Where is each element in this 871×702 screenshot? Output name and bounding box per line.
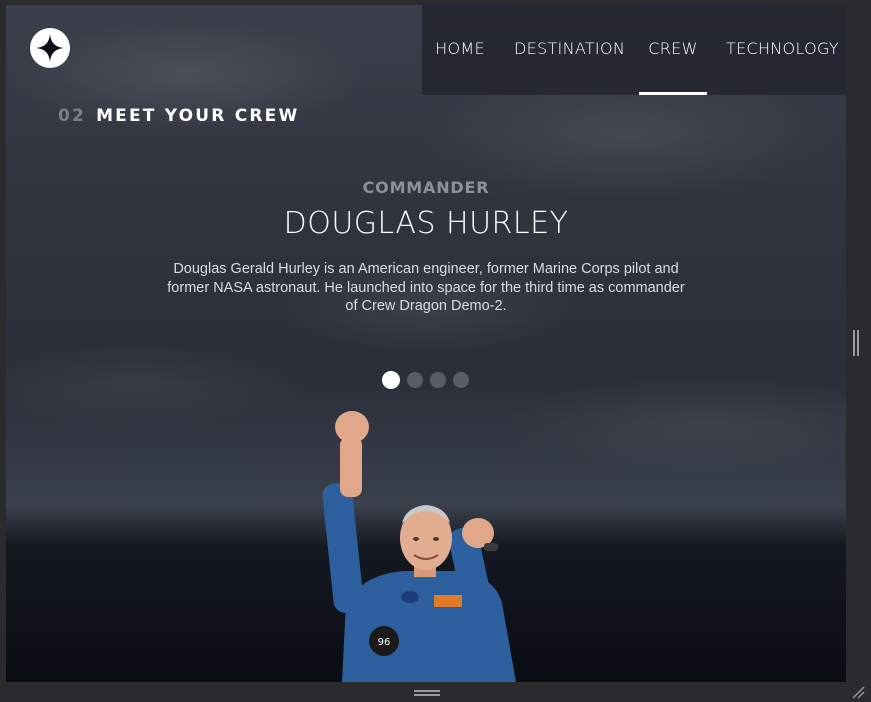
slide-dot-3[interactable]: [430, 372, 446, 388]
slide-dot-4[interactable]: [453, 372, 469, 388]
slide-dot-2[interactable]: [407, 372, 423, 388]
nav-home[interactable]: HOME: [435, 5, 485, 95]
page-number: 02: [58, 106, 87, 126]
slide-dots: [382, 371, 469, 389]
slide-dot-1[interactable]: [382, 371, 400, 389]
main-nav: HOME DESTINATION CREW TECHNOLOGY: [422, 5, 846, 95]
nav-technology[interactable]: TECHNOLOGY: [726, 5, 839, 95]
star-logo-icon[interactable]: [30, 28, 70, 68]
page-heading: 02 MEET YOUR CREW: [58, 106, 299, 126]
page-title: MEET YOUR CREW: [96, 106, 300, 126]
app-viewport: HOME DESTINATION CREW TECHNOLOGY 02 MEET …: [6, 5, 846, 682]
svg-text:96: 96: [378, 637, 391, 648]
crew-member-image: 96: [322, 411, 516, 682]
nav-crew[interactable]: CREW: [639, 5, 707, 95]
grip-vertical-icon[interactable]: [853, 330, 859, 356]
star-shape: [36, 34, 64, 62]
nav-destination[interactable]: DESTINATION: [514, 5, 625, 95]
crew-role: COMMANDER: [362, 178, 490, 197]
resize-corner-icon[interactable]: [850, 684, 866, 700]
crew-bio: Douglas Gerald Hurley is an American eng…: [167, 261, 685, 314]
grip-horizontal-icon[interactable]: [414, 690, 440, 696]
crew-name: DOUGLAS HURLEY: [283, 206, 569, 241]
